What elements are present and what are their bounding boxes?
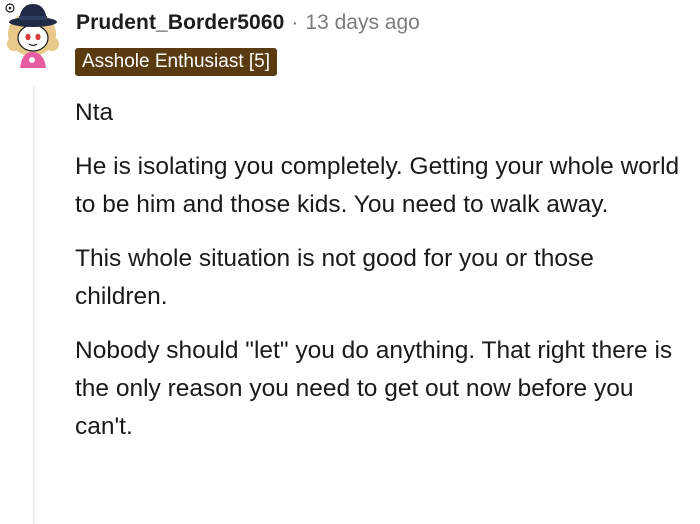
comment-body: Nta He is isolating you completely. Gett…: [75, 94, 685, 462]
user-avatar-icon[interactable]: [2, 0, 68, 68]
comment-paragraph: Nta: [75, 99, 114, 126]
meta-separator: ·: [291, 11, 299, 34]
comment-header: Prudent_Border5060 · 13 days ago: [76, 8, 420, 38]
timestamp-link[interactable]: 13 days ago: [305, 11, 419, 35]
comment-paragraph: He is isolating you completely. Getting …: [75, 153, 680, 218]
user-flair: Asshole Enthusiast [5]: [75, 48, 277, 76]
comment-paragraph: This whole situation is not good for you…: [75, 245, 594, 310]
thread-line[interactable]: [33, 86, 35, 524]
comment-paragraph: Nobody should "let" you do anything. Tha…: [75, 337, 673, 440]
username-link[interactable]: Prudent_Border5060: [76, 11, 284, 35]
